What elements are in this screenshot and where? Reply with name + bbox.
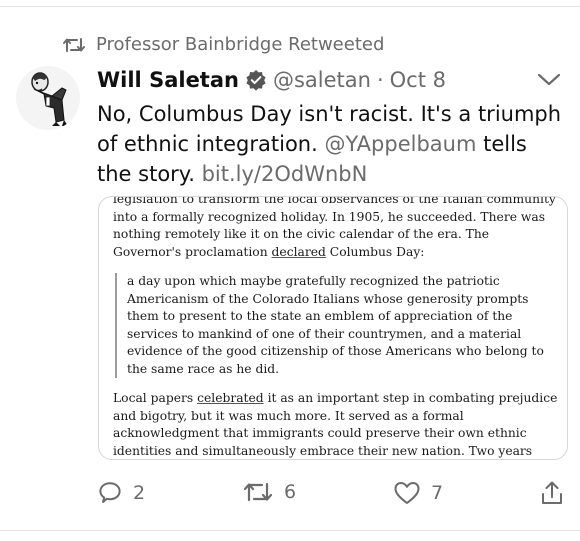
author-name[interactable]: Will Saletan	[97, 66, 239, 94]
tweet-url-link[interactable]: bit.ly/2OdWnbN	[202, 162, 368, 186]
top-divider	[0, 6, 580, 7]
tweet-header: Will Saletan @saletan · Oct 8	[97, 66, 446, 94]
declared-link[interactable]: declared	[272, 245, 326, 259]
tweet-date[interactable]: Oct 8	[390, 66, 446, 94]
article-card[interactable]: legislation to transform the local obser…	[98, 196, 568, 460]
author-handle[interactable]: @saletan	[273, 66, 371, 94]
retweet-context[interactable]: Professor Bainbridge Retweeted	[62, 34, 384, 55]
reply-count: 2	[133, 482, 146, 504]
share-icon	[540, 480, 564, 506]
like-count: 7	[431, 482, 444, 504]
excerpt-text: Local papers	[113, 391, 194, 405]
mention-link[interactable]: @YAppelbaum	[324, 132, 476, 156]
tweet-actions: 2 6 7	[0, 480, 580, 510]
excerpt-paragraph-1: legislation to transform the local obser…	[113, 197, 559, 261]
article-excerpt: legislation to transform the local obser…	[113, 197, 559, 459]
excerpt-text: Columbus Day:	[329, 244, 425, 259]
proclamation-quote: a day upon which maybe gratefully recogn…	[115, 273, 559, 378]
retweet-icon	[62, 36, 86, 54]
separator-dot: ·	[376, 68, 384, 92]
celebrated-link[interactable]: celebrated	[197, 391, 264, 405]
retweet-button[interactable]: 6	[242, 480, 296, 504]
retweet-count: 6	[284, 481, 297, 503]
tweet-text: No, Columbus Day isn't racist. It's a tr…	[97, 99, 567, 189]
share-button[interactable]	[540, 480, 564, 506]
avatar[interactable]	[16, 66, 80, 130]
retweet-icon	[242, 480, 274, 504]
like-button[interactable]: 7	[393, 480, 443, 506]
reply-icon	[97, 480, 123, 506]
retweet-label: Professor Bainbridge Retweeted	[96, 34, 385, 55]
verified-badge-icon	[245, 69, 267, 91]
heart-icon	[393, 480, 421, 506]
chevron-down-icon[interactable]	[536, 70, 562, 92]
bottom-divider	[0, 530, 580, 531]
reply-button[interactable]: 2	[97, 480, 145, 506]
excerpt-paragraph-2: Local papers celebrated it as an importa…	[113, 390, 559, 459]
